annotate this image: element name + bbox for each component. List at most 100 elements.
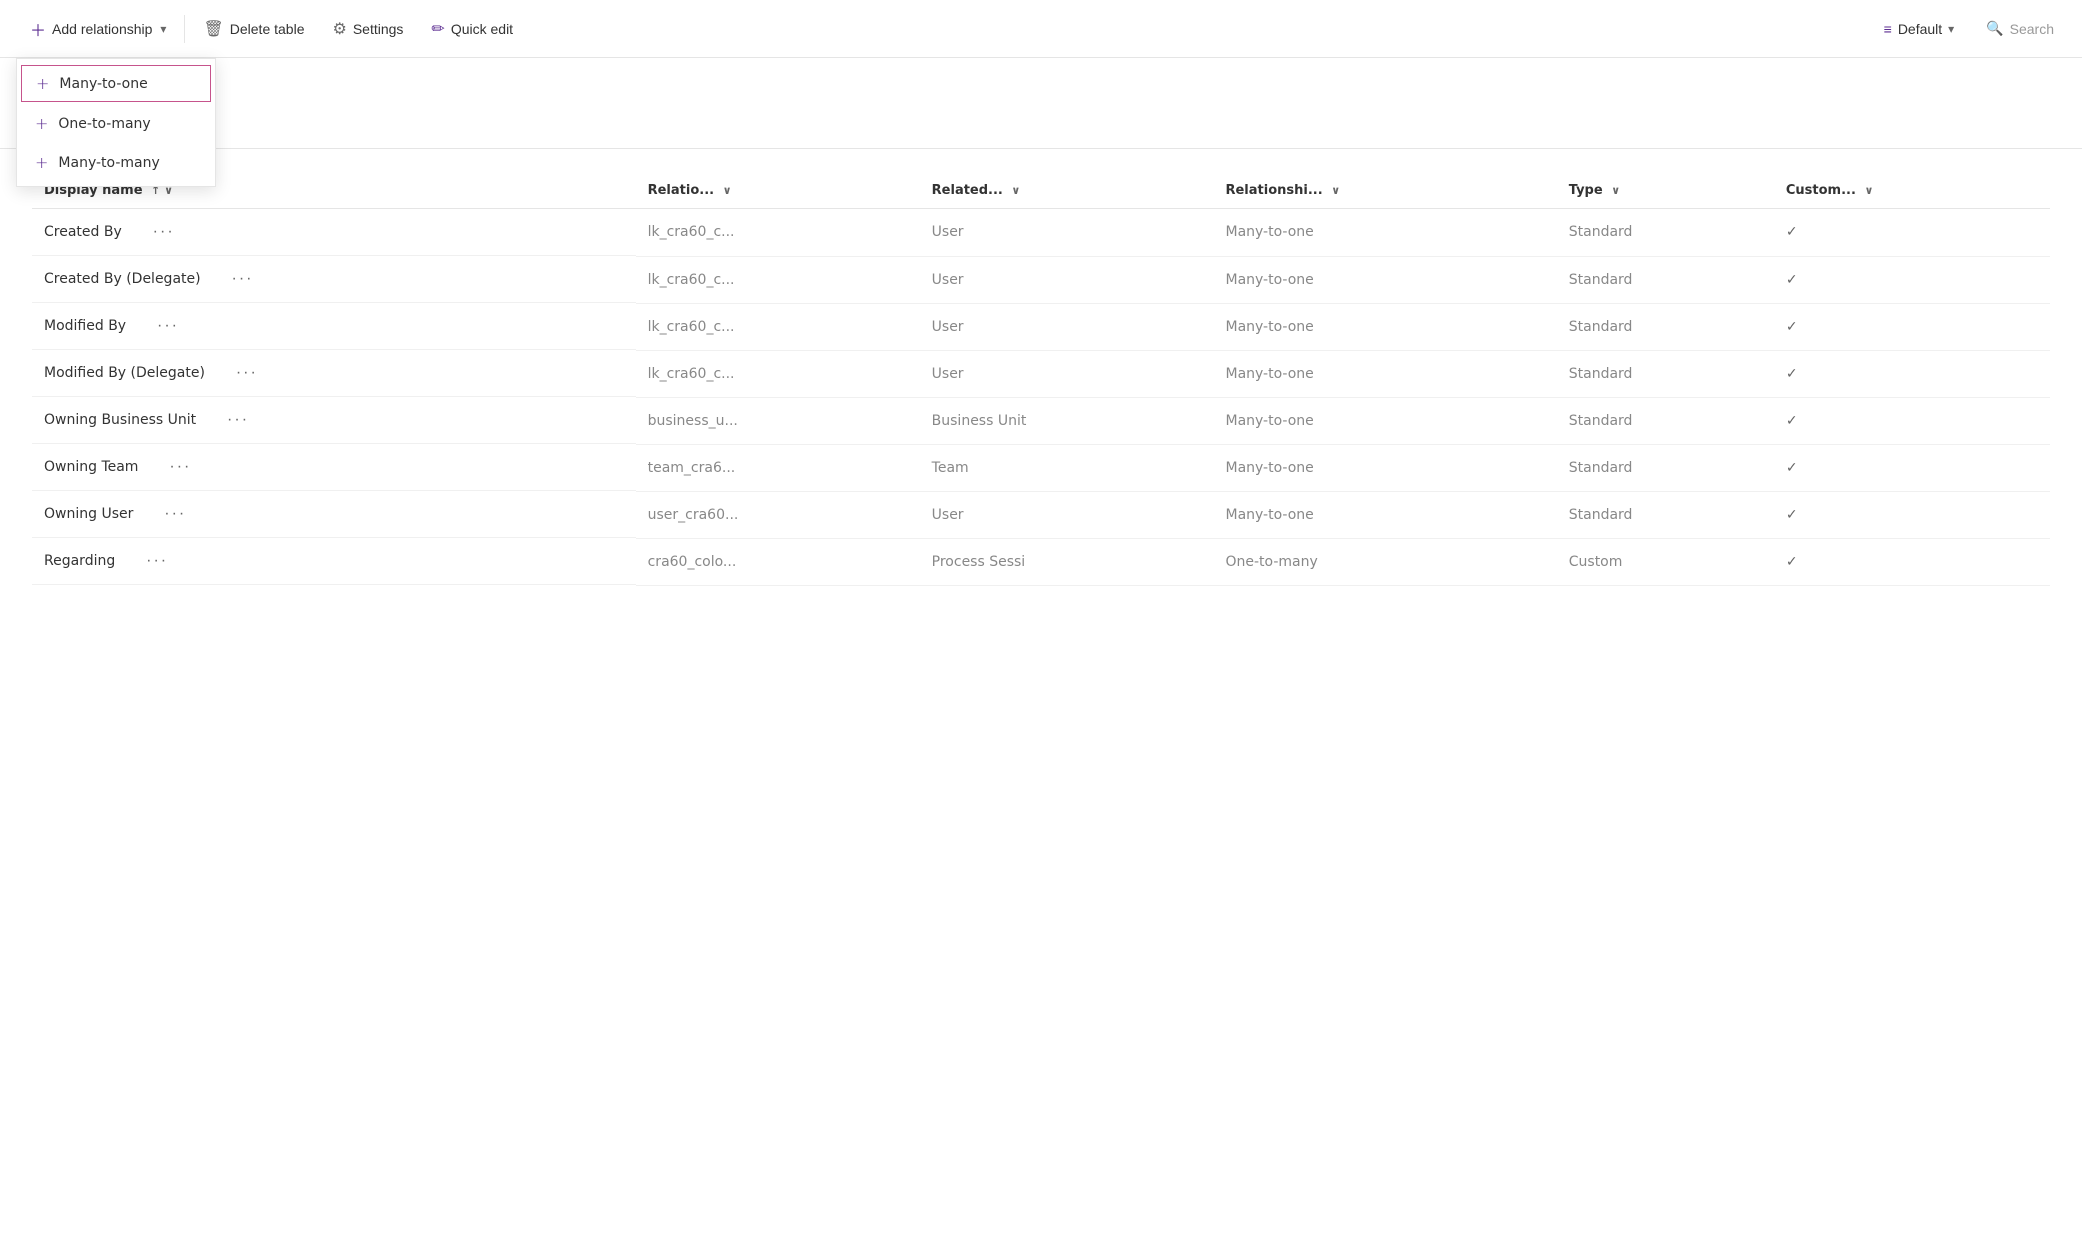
cell-type: Standard (1557, 397, 1774, 444)
cell-relationship: Many-to-one (1213, 303, 1556, 350)
sort-custom[interactable]: ∨ (1864, 184, 1873, 197)
relationships-table: Display name ↑ ∨ Relatio... ∨ Related...… (32, 173, 2050, 586)
cell-relationship: Many-to-one (1213, 256, 1556, 303)
cell-related: User (920, 256, 1214, 303)
cell-related: User (920, 303, 1214, 350)
cell-display-name: Created By ··· (32, 209, 636, 256)
plus-icon-one-to-many: + (35, 114, 48, 133)
cell-display-name: Created By (Delegate) ··· (32, 256, 636, 303)
menu-icon: ≡ (1884, 21, 1892, 37)
table-row: Created By (Delegate) ···lk_cra60_c...Us… (32, 256, 2050, 303)
chevron-down-icon: ▾ (160, 22, 166, 36)
check-icon: ✓ (1786, 507, 1798, 523)
cell-custom: ✓ (1774, 256, 2050, 303)
cell-display-name: Owning Business Unit ··· (32, 397, 636, 444)
sort-related[interactable]: ∨ (1011, 184, 1020, 197)
col-relation[interactable]: Relatio... ∨ (636, 173, 920, 209)
cell-custom: ✓ (1774, 209, 2050, 257)
toolbar-divider-1 (184, 15, 185, 43)
col-related[interactable]: Related... ∨ (920, 173, 1214, 209)
cell-relationship: One-to-many (1213, 538, 1556, 585)
row-display-name: Regarding (44, 553, 115, 569)
toolbar-right: ≡ Default ▾ 🔍 Search (1872, 12, 2066, 45)
cell-custom: ✓ (1774, 491, 2050, 538)
row-display-name: Created By (Delegate) (44, 271, 201, 287)
cell-type: Standard (1557, 209, 1774, 257)
col-type[interactable]: Type ∨ (1557, 173, 1774, 209)
table-row: Regarding ···cra60_colo...Process SessiO… (32, 538, 2050, 585)
row-display-name: Modified By (44, 318, 126, 334)
settings-button[interactable]: ⚙ Settings (318, 11, 417, 47)
default-view-button[interactable]: ≡ Default ▾ (1872, 13, 1967, 45)
cell-display-name: Owning Team ··· (32, 444, 636, 491)
cell-related: Team (920, 444, 1214, 491)
cell-relation: lk_cra60_c... (636, 350, 920, 397)
check-icon: ✓ (1786, 366, 1798, 382)
pencil-icon: ✏ (431, 19, 444, 39)
row-menu-button[interactable]: ··· (163, 456, 197, 478)
cell-custom: ✓ (1774, 538, 2050, 585)
cell-type: Standard (1557, 491, 1774, 538)
sort-relationship[interactable]: ∨ (1331, 184, 1340, 197)
search-button[interactable]: 🔍 Search (1974, 12, 2066, 45)
row-menu-button[interactable]: ··· (140, 550, 174, 572)
toolbar: ＋ Add relationship ▾ 🗑 Delete table ⚙ Se… (0, 0, 2082, 58)
table-row: Owning Team ···team_cra6...TeamMany-to-o… (32, 444, 2050, 491)
row-display-name: Modified By (Delegate) (44, 365, 205, 381)
row-menu-button[interactable]: ··· (158, 503, 192, 525)
quick-edit-button[interactable]: ✏ Quick edit (417, 11, 527, 47)
check-icon: ✓ (1786, 272, 1798, 288)
table-header: Display name ↑ ∨ Relatio... ∨ Related...… (32, 173, 2050, 209)
table-row: Created By ···lk_cra60_c...UserMany-to-o… (32, 209, 2050, 257)
add-relationship-button[interactable]: ＋ Add relationship ▾ (16, 9, 180, 49)
cell-type: Custom (1557, 538, 1774, 585)
cell-type: Standard (1557, 303, 1774, 350)
row-menu-button[interactable]: ··· (221, 409, 255, 431)
check-icon: ✓ (1786, 224, 1798, 240)
col-custom[interactable]: Custom... ∨ (1774, 173, 2050, 209)
cell-display-name: Modified By ··· (32, 303, 636, 350)
sort-relation[interactable]: ∨ (723, 184, 732, 197)
row-menu-button[interactable]: ··· (226, 268, 260, 290)
cell-custom: ✓ (1774, 350, 2050, 397)
trash-icon: 🗑 (203, 19, 223, 39)
delete-table-button[interactable]: 🗑 Delete table (189, 11, 318, 47)
dropdown-item-one-to-many[interactable]: + One-to-many (17, 104, 215, 143)
cell-related: Process Sessi (920, 538, 1214, 585)
cell-type: Standard (1557, 444, 1774, 491)
cell-custom: ✓ (1774, 397, 2050, 444)
check-icon: ✓ (1786, 554, 1798, 570)
dropdown-item-many-to-many[interactable]: + Many-to-many (17, 143, 215, 182)
row-menu-button[interactable]: ··· (147, 221, 181, 243)
cell-relationship: Many-to-one (1213, 350, 1556, 397)
row-display-name: Created By (44, 224, 122, 240)
plus-icon-many-to-one: + (36, 74, 49, 93)
row-display-name: Owning Business Unit (44, 412, 196, 428)
breadcrumb: ...es › Color (0, 58, 2082, 99)
cell-relation: lk_cra60_c... (636, 209, 920, 257)
row-display-name: Owning Team (44, 459, 138, 475)
cell-custom: ✓ (1774, 303, 2050, 350)
check-icon: ✓ (1786, 460, 1798, 476)
col-relationship[interactable]: Relationshi... ∨ (1213, 173, 1556, 209)
dropdown-item-many-to-one[interactable]: + Many-to-one (21, 65, 211, 102)
row-menu-button[interactable]: ··· (151, 315, 185, 337)
cell-relationship: Many-to-one (1213, 209, 1556, 257)
cell-relation: lk_cra60_c... (636, 256, 920, 303)
cell-display-name: Modified By (Delegate) ··· (32, 350, 636, 397)
add-relationship-dropdown: + Many-to-one + One-to-many + Many-to-ma… (16, 58, 216, 187)
check-icon: ✓ (1786, 319, 1798, 335)
tabs-container: ...os Views (0, 111, 2082, 149)
table-row: Owning Business Unit ···business_u...Bus… (32, 397, 2050, 444)
cell-display-name: Regarding ··· (32, 538, 636, 585)
row-display-name: Owning User (44, 506, 133, 522)
cell-related: User (920, 491, 1214, 538)
check-icon: ✓ (1786, 413, 1798, 429)
sort-type[interactable]: ∨ (1611, 184, 1620, 197)
plus-icon-many-to-many: + (35, 153, 48, 172)
cell-relation: cra60_colo... (636, 538, 920, 585)
relationships-table-container: Display name ↑ ∨ Relatio... ∨ Related...… (0, 149, 2082, 610)
cell-relation: user_cra60... (636, 491, 920, 538)
row-menu-button[interactable]: ··· (230, 362, 264, 384)
cell-relation: business_u... (636, 397, 920, 444)
